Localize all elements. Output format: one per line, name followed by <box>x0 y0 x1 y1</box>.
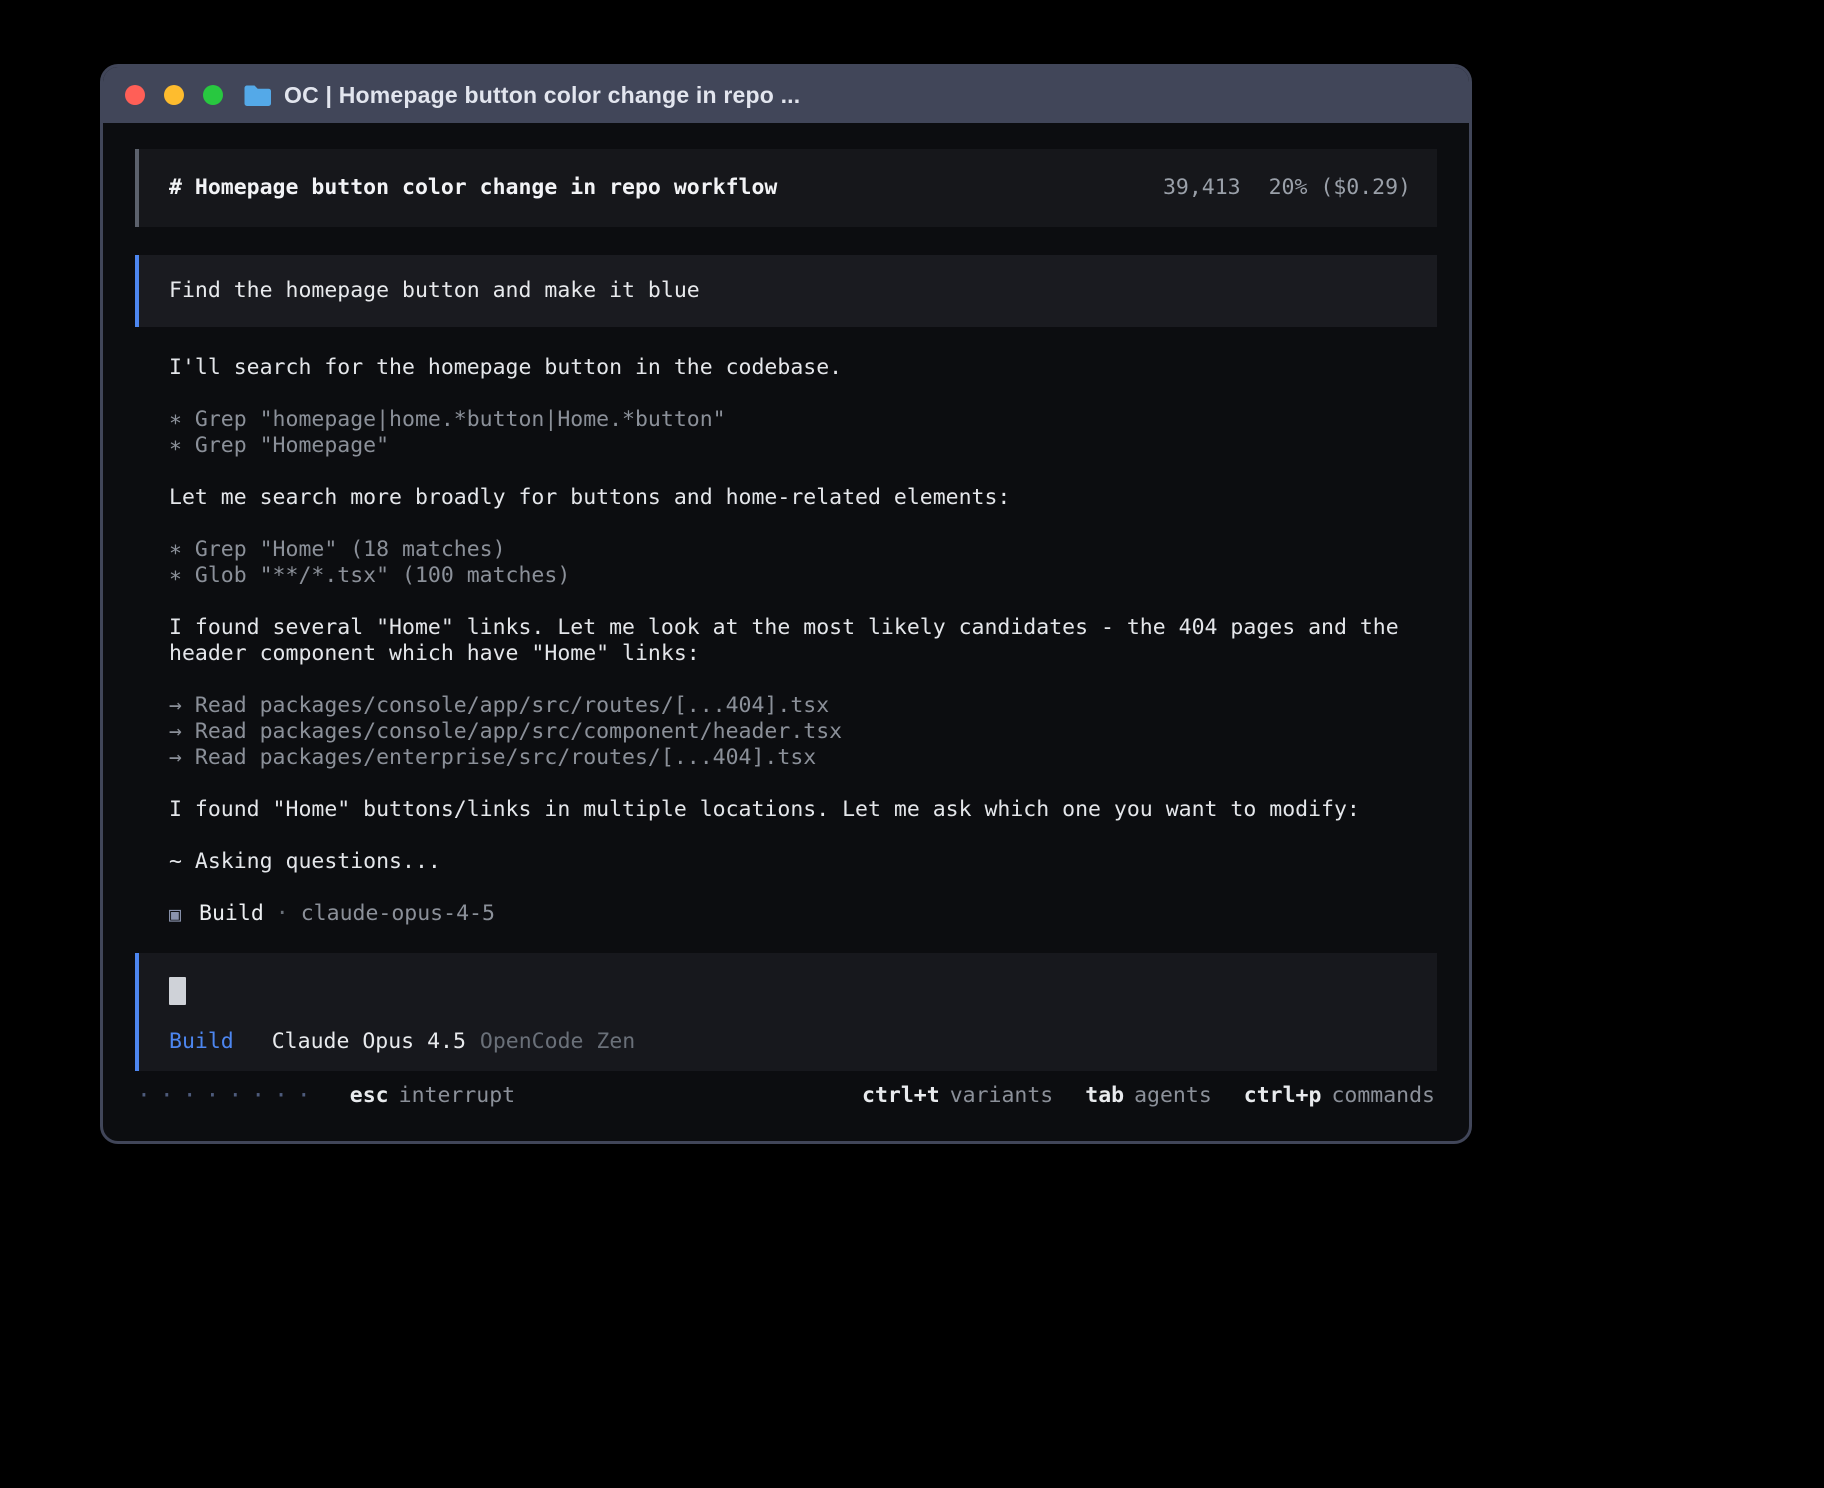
tool-call-group: ∗ Grep "homepage|home.*button|Home.*butt… <box>135 407 1437 459</box>
input-model[interactable]: Claude Opus 4.5 <box>272 1029 466 1055</box>
terminal-content: # Homepage button color change in repo w… <box>103 123 1469 1109</box>
window-title: OC | Homepage button color change in rep… <box>284 82 800 109</box>
assistant-paragraph: I'll search for the homepage button in t… <box>135 355 1437 381</box>
hint-variants: ctrl+tvariants <box>862 1083 1053 1109</box>
session-title: # Homepage button color change in repo w… <box>169 175 777 201</box>
tool-call-group: ∗ Grep "Home" (18 matches) ∗ Glob "**/*.… <box>135 537 1437 589</box>
tool-call: ∗ Grep "homepage|home.*button|Home.*butt… <box>135 407 1437 433</box>
text-cursor <box>169 977 186 1005</box>
input-status-line: Build Claude Opus 4.5 OpenCode Zen <box>169 1029 1407 1055</box>
input-mode[interactable]: Build <box>169 1029 234 1055</box>
agent-model: claude-opus-4-5 <box>301 901 495 927</box>
tool-call: → Read packages/console/app/src/componen… <box>135 719 1437 745</box>
tool-call: ∗ Glob "**/*.tsx" (100 matches) <box>135 563 1437 589</box>
status-bar-left: ········ escinterrupt <box>137 1083 515 1109</box>
user-message: Find the homepage button and make it blu… <box>135 255 1437 327</box>
terminal-window: OC | Homepage button color change in rep… <box>100 64 1472 1144</box>
user-message-text: Find the homepage button and make it blu… <box>169 278 700 304</box>
agent-indicator: ▣ Build · claude-opus-4-5 <box>135 901 1437 927</box>
titlebar: OC | Homepage button color change in rep… <box>103 67 1469 123</box>
title-group: OC | Homepage button color change in rep… <box>243 82 800 109</box>
hint-interrupt: escinterrupt <box>350 1083 515 1109</box>
spinner-dots: ········ <box>137 1083 320 1109</box>
input-provider: OpenCode Zen <box>480 1029 635 1055</box>
prompt-input[interactable]: Build Claude Opus 4.5 OpenCode Zen <box>135 953 1437 1071</box>
agent-name: Build <box>199 901 264 927</box>
tool-call: → Read packages/enterprise/src/routes/[.… <box>135 745 1437 771</box>
minimize-button[interactable] <box>164 85 184 105</box>
session-header: # Homepage button color change in repo w… <box>135 149 1437 227</box>
tool-call-group: → Read packages/console/app/src/routes/[… <box>135 693 1437 771</box>
traffic-lights <box>125 85 223 105</box>
folder-icon <box>243 84 272 107</box>
hint-agents: tabagents <box>1085 1083 1212 1109</box>
agent-separator: · <box>276 901 289 927</box>
assistant-status: ~ Asking questions... <box>135 849 1437 875</box>
status-bar-right: ctrl+tvariants tabagents ctrl+pcommands <box>862 1083 1435 1109</box>
zoom-button[interactable] <box>203 85 223 105</box>
token-count: 39,413 <box>1163 175 1241 201</box>
close-button[interactable] <box>125 85 145 105</box>
assistant-paragraph: I found several "Home" links. Let me loo… <box>135 615 1437 667</box>
assistant-paragraph: Let me search more broadly for buttons a… <box>135 485 1437 511</box>
agent-mode-icon: ▣ <box>169 901 181 927</box>
status-bar: ········ escinterrupt ctrl+tvariants tab… <box>135 1083 1437 1109</box>
assistant-paragraph: I found "Home" buttons/links in multiple… <box>135 797 1437 823</box>
tool-call: → Read packages/console/app/src/routes/[… <box>135 693 1437 719</box>
session-stats: 39,413 20% ($0.29) <box>1163 175 1411 201</box>
hint-commands: ctrl+pcommands <box>1244 1083 1435 1109</box>
tool-call: ∗ Grep "Home" (18 matches) <box>135 537 1437 563</box>
context-usage: 20% ($0.29) <box>1269 175 1411 201</box>
tool-call: ∗ Grep "Homepage" <box>135 433 1437 459</box>
